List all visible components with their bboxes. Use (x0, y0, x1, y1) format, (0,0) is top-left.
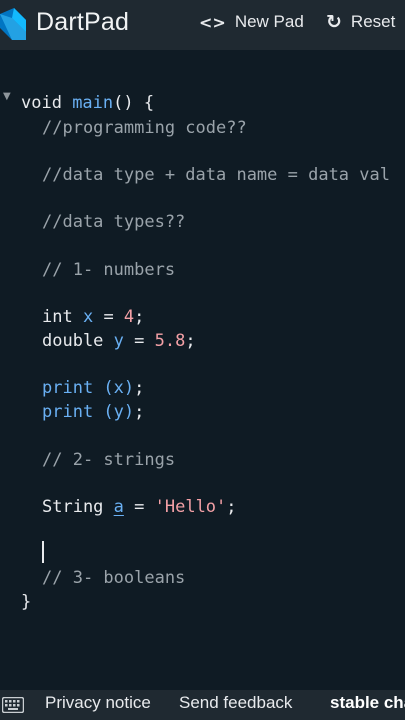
code-print-x: print (x); (42, 378, 145, 398)
code-line-12[interactable]: // 3- booleans (42, 566, 405, 590)
code-comment: //programming code?? (42, 118, 247, 138)
code-print-y: print (y); (42, 402, 145, 422)
new-pad-button[interactable]: <> New Pad (199, 10, 304, 34)
channel-selector[interactable]: stable cha (330, 693, 405, 713)
code-line-11[interactable]: String a = 'Hello'; (42, 495, 405, 519)
code-string-declaration: String a = 'Hello'; (42, 497, 237, 517)
code-line-8[interactable]: print (x); (42, 376, 405, 400)
code-comment: // 2- strings (42, 450, 176, 470)
code-line-2[interactable]: //programming code?? (42, 116, 405, 140)
code-line-3[interactable]: //data type + data name = data val (42, 163, 405, 187)
reset-button[interactable]: ↻ Reset (326, 10, 395, 34)
code-line-9[interactable]: print (y); (42, 400, 405, 424)
top-bar: DartPad <> New Pad ↻ Reset (0, 0, 405, 50)
refresh-icon: ↻ (326, 11, 342, 33)
reset-label: Reset (350, 12, 396, 31)
code-comment: //data types?? (42, 212, 186, 232)
code-main-signature: void main() { (21, 93, 155, 113)
code-line-6[interactable]: int x = 4; (42, 305, 405, 329)
code-comment: // 1- numbers (42, 260, 176, 280)
code-brackets-icon: <> (199, 12, 226, 32)
app-title: DartPad (36, 8, 130, 36)
code-line-7[interactable]: double y = 5.8; (42, 329, 405, 353)
privacy-notice-link[interactable]: Privacy notice (45, 693, 151, 713)
fold-arrow-icon[interactable]: ▼ (3, 91, 11, 102)
code-line-13[interactable]: } (21, 590, 405, 614)
code-line-4[interactable]: //data types?? (42, 210, 405, 234)
code-closing-brace: } (21, 592, 32, 612)
code-comment: //data type + data name = data val (42, 165, 390, 185)
send-feedback-link[interactable]: Send feedback (179, 693, 292, 713)
keyboard-icon[interactable] (2, 697, 24, 713)
code-line-5[interactable]: // 1- numbers (42, 258, 405, 282)
dart-logo-icon (0, 8, 26, 40)
text-cursor (42, 541, 44, 563)
code-double-declaration: double y = 5.8; (42, 331, 196, 351)
new-pad-label: New Pad (234, 12, 304, 31)
code-comment: // 3- booleans (42, 568, 186, 588)
code-int-declaration: int x = 4; (42, 307, 145, 327)
code-line-1[interactable]: void main() { (21, 91, 405, 115)
code-line-10[interactable]: // 2- strings (42, 448, 405, 472)
